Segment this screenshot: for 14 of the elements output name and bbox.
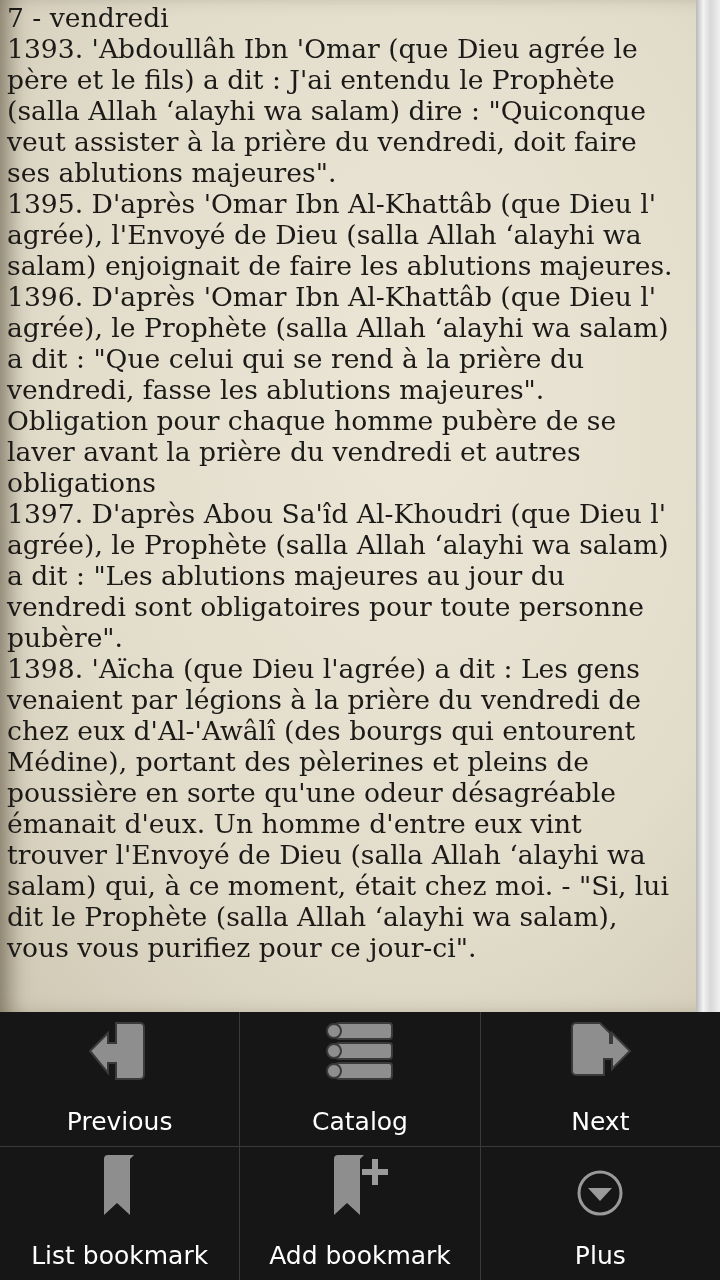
text-paragraph: 1395. D'après 'Omar Ibn Al-Khattâb (que Dieu l' agrée), l'Envoyé de Dieu (salla Allah ‘alayhi wa salam) enjoignait de faire les ablutions majeures. bbox=[7, 188, 674, 281]
menu-item[interactable]: Next bbox=[480, 1012, 720, 1146]
dropdown-circle-icon bbox=[576, 1169, 625, 1217]
text-paragraph: 7 - vendredi bbox=[7, 2, 170, 33]
text-paragraph: 1397. D'après Abou Sa'îd Al-Khoudri (que Dieu l' agrée), le Prophète (salla Allah ‘alayhi wa salam) a dit : "Les ablutions majeures au jour du vendredi sont obligatoires pour toute personne pubère". bbox=[7, 498, 670, 653]
menu-item[interactable]: List bookmark bbox=[0, 1146, 240, 1280]
menu-item[interactable]: Plus bbox=[480, 1146, 720, 1280]
text-paragraph: 1398. 'Aïcha (que Dieu l'agrée) a dit : Les gens venaient par légions à la prière du vendredi de chez eux d'Al-'Awâlî (des bourgs qui entourent Médine), portant des pèlerines et pleins de poussière en sorte qu'une odeur désagréable émanait d'eux. Un homme d'entre eux vint trouver l'Envoyé de Dieu (salla Allah ‘alayhi wa salam) qui, à ce moment, était chez moi. - "Si, lui dit le Prophète (salla Allah ‘alayhi wa salam), vous vous purifiez pour ce jour-ci". bbox=[7, 653, 670, 963]
text-paragraph: 1396. D'après 'Omar Ibn Al-Khattâb (que Dieu l' agrée), le Prophète (salla Allah ‘alayhi wa salam) a dit : "Que celui qui se rend à la prière du vendredi, fasse les ablutions majeures". bbox=[7, 281, 670, 405]
text-paragraph: 1393. 'Abdoullâh Ibn 'Omar (que Dieu agrée le père et le fils) a dit : J'ai entendu le Prophète (salla Allah ‘alayhi wa salam) dire : "Quiconque veut assister à la prière du vendredi, doit faire ses ablutions majeures". bbox=[7, 33, 648, 188]
menu-item[interactable]: Previous bbox=[0, 1012, 240, 1146]
menu-item[interactable]: Catalog bbox=[240, 1012, 480, 1146]
menu-item[interactable]: Add bookmark bbox=[240, 1146, 480, 1280]
text-paragraph: Obligation pour chaque homme pubère de se laver avant la prière du vendredi et autres obligations bbox=[7, 405, 618, 498]
